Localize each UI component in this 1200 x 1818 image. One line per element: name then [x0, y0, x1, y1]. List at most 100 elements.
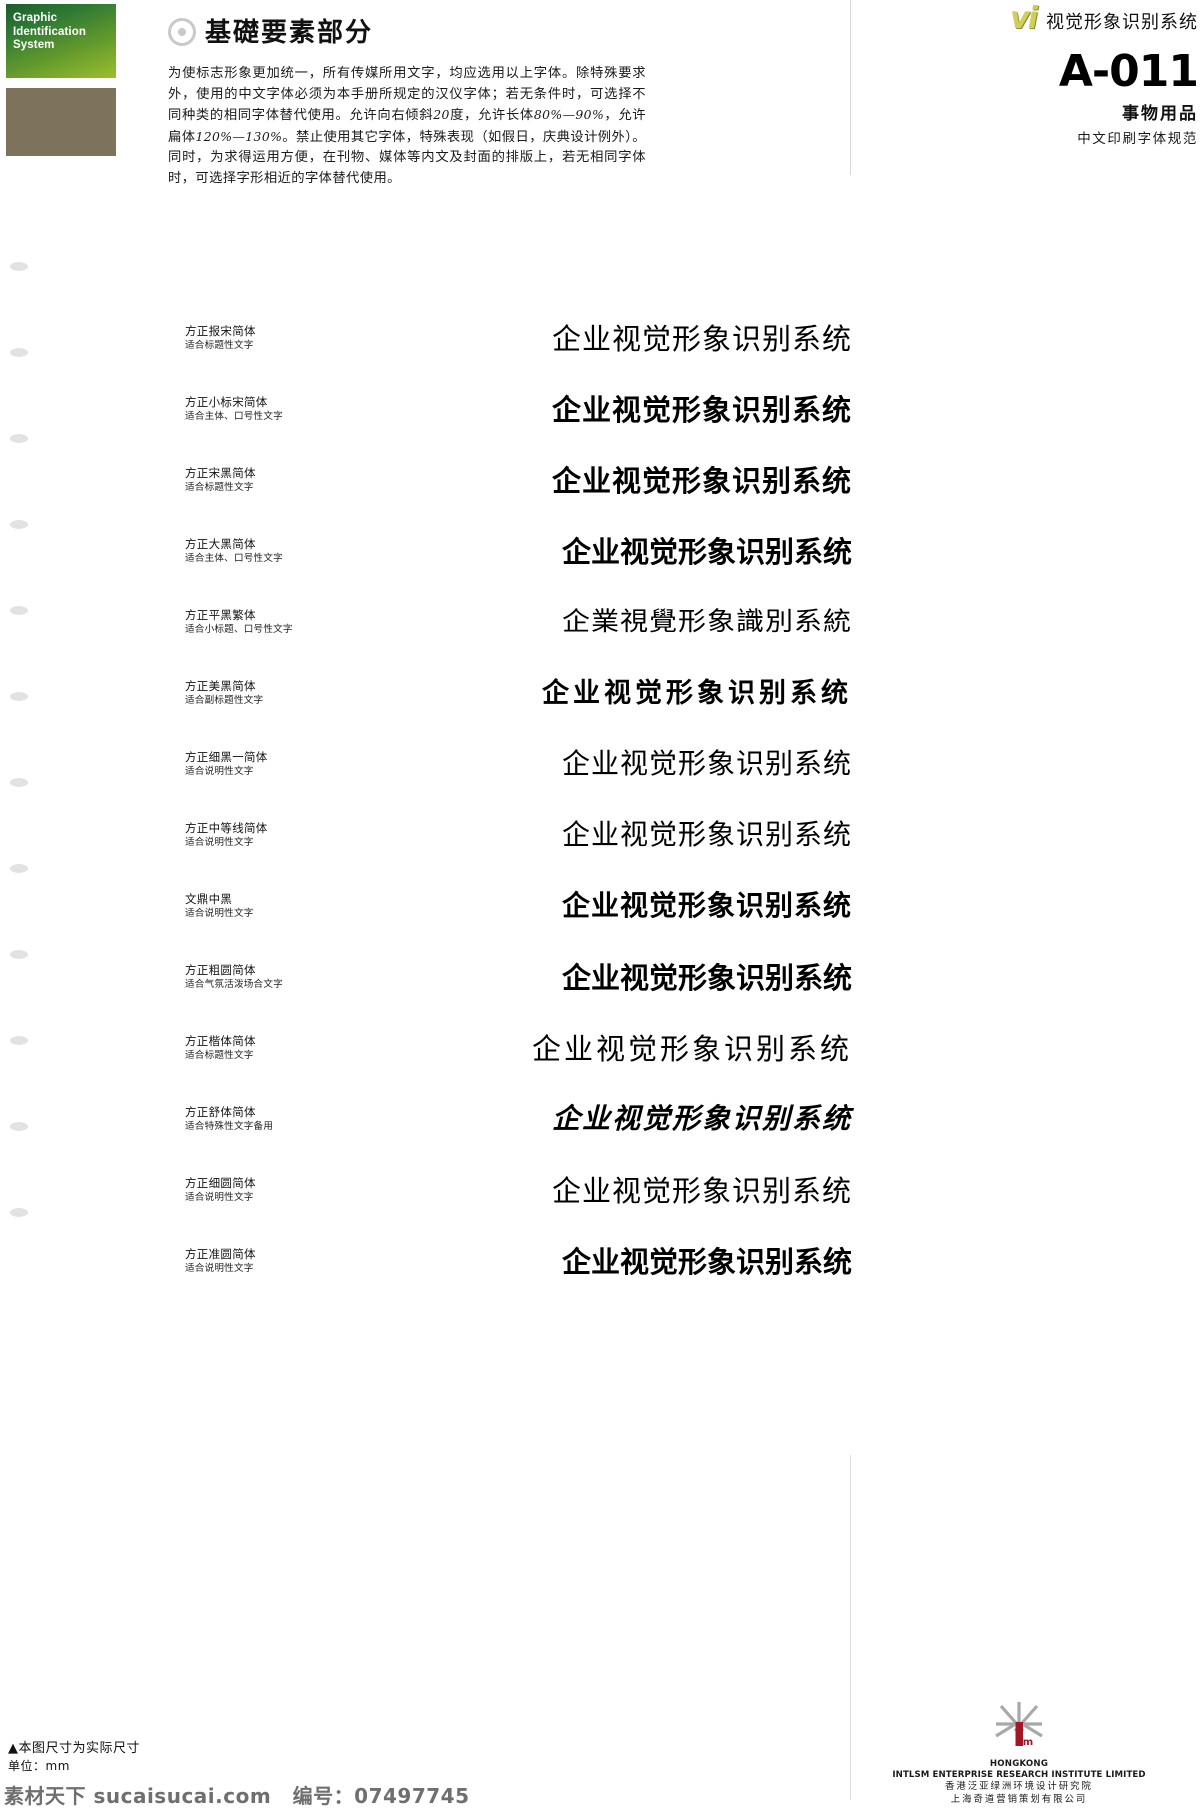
- font-label: 方正细圆简体 适合说明性文字: [185, 1176, 256, 1205]
- font-name: 方正大黑简体: [185, 537, 256, 551]
- font-specimen-row: 方正报宋简体 适合标题性文字 企业视觉形象识别系统: [0, 318, 1200, 389]
- font-label: 方正楷体简体 适合标题性文字: [185, 1034, 256, 1063]
- font-name: 方正美黑简体: [185, 679, 256, 693]
- font-usage: 适合说明性文字: [185, 1263, 254, 1274]
- font-name: 方正楷体简体: [185, 1034, 256, 1048]
- page-title: 基礎要素部分: [205, 18, 374, 48]
- font-sample-text: 企业视觉形象识别系统: [561, 961, 852, 995]
- section-title-row: 基礎要素部分: [168, 12, 373, 49]
- intro-paragraph: 为使标志形象更加统一，所有传媒所用文字，均应选用以上字体。除特殊要求外，使用的中…: [168, 64, 646, 190]
- font-name: 方正报宋简体: [185, 324, 256, 338]
- font-usage: 适合标题性文字: [185, 1050, 254, 1061]
- font-sample-text: 企业视觉形象识别系统: [551, 1102, 852, 1135]
- font-label: 方正粗圆简体适合气氛活泼场合文字: [185, 963, 283, 992]
- font-usage: 适合说明性文字: [185, 766, 254, 777]
- font-specimen-list: 方正报宋简体 适合标题性文字 企业视觉形象识别系统 方正小标宋简体 适合主体、口号性文字…: [0, 318, 1200, 1312]
- page-code: A-011: [1058, 46, 1199, 97]
- font-label: 方正准圆简体 适合说明性文字: [185, 1247, 256, 1276]
- stock-site-watermark: 素材天下 sucaisucai.com 编号：07497745: [4, 1780, 470, 1809]
- font-name: 方正舒体简体: [185, 1105, 256, 1119]
- gis-line-3: System: [13, 39, 55, 51]
- font-specimen-row: 方正大黑简体适合主体、口号性文字 企业视觉形象识别系统: [0, 531, 1200, 602]
- font-name: 方正准圆简体: [185, 1247, 256, 1261]
- font-usage: 适合主体、口号性文字: [185, 553, 283, 564]
- watermark-id: 07497745: [354, 1784, 470, 1808]
- font-usage: 适合副标题性文字: [185, 695, 264, 706]
- font-specimen-row: 方正准圆简体 适合说明性文字 企业视觉形象识别系统: [0, 1241, 1200, 1312]
- font-usage: 适合特殊性文字备用: [185, 1121, 274, 1132]
- header-meta: vi 视觉形象识别系统 A-011 事物用品 中文印刷字体规范: [846, 0, 1200, 149]
- font-name: 方正小标宋简体: [185, 395, 268, 409]
- font-usage: 适合标题性文字: [185, 340, 254, 351]
- gis-line-1: Graphic: [13, 12, 58, 24]
- font-specimen-row: 文鼎中黑适合说明性文字 企业视觉形象识别系统: [0, 886, 1200, 957]
- font-label: 方正舒体简体适合特殊性文字备用: [185, 1105, 273, 1134]
- font-label: 文鼎中黑适合说明性文字: [185, 892, 254, 921]
- font-usage: 适合主体、口号性文字: [185, 411, 283, 422]
- font-label: 方正平黑繁体适合小标题、口号性文字: [185, 608, 293, 637]
- font-specimen-row: 方正楷体简体 适合标题性文字 企业视觉形象识别系统: [0, 1028, 1200, 1099]
- watermark-id-label: 编号：: [292, 1784, 355, 1808]
- font-sample-text: 企业视觉形象识别系统: [561, 1245, 852, 1279]
- company-en-line-2: INTLSM ENTERPRISE RESEARCH INSTITUTE LIM…: [892, 1770, 1146, 1780]
- font-label: 方正中等线简体 适合说明性文字: [185, 821, 268, 850]
- scale-note: ▲本图尺寸为实际尺寸 单位：mm: [8, 1740, 140, 1774]
- binder-hole: [10, 262, 28, 271]
- font-name: 方正粗圆简体: [185, 963, 256, 977]
- vi-row: vi 视觉形象识别系统: [846, 0, 1198, 34]
- font-label: 方正细黑一简体 适合说明性文字: [185, 750, 268, 779]
- font-sample-text: 企业视觉形象识别系统: [531, 1032, 852, 1066]
- intro-italic-2: 80%—90%: [533, 107, 605, 123]
- font-specimen-row: 方正舒体简体适合特殊性文字备用 企业视觉形象识别系统: [0, 1099, 1200, 1170]
- font-usage: 适合小标题、口号性文字: [185, 624, 293, 635]
- section-name: 事物用品: [1122, 104, 1198, 124]
- font-sample-text: 企业视觉形象识别系统: [551, 393, 852, 427]
- color-swatch-block: [6, 88, 116, 156]
- font-sample-text: 企业视觉形象识别系统: [551, 322, 852, 356]
- scale-note-line-1: ▲本图尺寸为实际尺寸: [8, 1741, 140, 1756]
- font-name: 方正中等线简体: [185, 821, 268, 835]
- font-name: 方正宋黑简体: [185, 466, 256, 480]
- font-usage: 适合气氛活泼场合文字: [185, 979, 283, 990]
- target-ring-icon: [168, 17, 196, 46]
- system-name: 视觉形象识别系统: [1046, 12, 1198, 33]
- font-label: 方正小标宋简体适合主体、口号性文字: [185, 395, 283, 424]
- vi-logo-icon: vi: [1010, 1, 1038, 36]
- intro-italic-1: 20: [433, 107, 450, 123]
- starburst-lsm-logo-icon: sm: [990, 1700, 1048, 1754]
- font-label: 方正美黑简体 适合副标题性文字: [185, 679, 263, 708]
- font-specimen-row: 方正小标宋简体适合主体、口号性文字 企业视觉形象识别系统: [0, 389, 1200, 460]
- company-cn-line-2: 上海奇道营销策划有限公司: [950, 1793, 1088, 1805]
- font-name: 方正平黑繁体: [185, 608, 256, 622]
- company-cn-line-1: 香港泛亚绿洲环境设计研究院: [945, 1781, 1093, 1792]
- company-credit: sm HONGKONG INTLSM ENTERPRISE RESEARCH I…: [838, 1700, 1200, 1806]
- font-specimen-row: 方正粗圆简体适合气氛活泼场合文字 企业视觉形象识别系统: [0, 957, 1200, 1028]
- scale-note-line-2: 单位：mm: [8, 1759, 70, 1773]
- font-specimen-row: 方正细圆简体 适合说明性文字 企业视觉形象识别系统: [0, 1170, 1200, 1241]
- font-specimen-row: 方正美黑简体 适合副标题性文字 企业视觉形象识别系统: [0, 673, 1200, 744]
- font-usage: 适合说明性文字: [185, 837, 254, 848]
- font-name: 方正细圆简体: [185, 1176, 256, 1190]
- font-specimen-row: 方正平黑繁体适合小标题、口号性文字 企業視覺形象識別系統: [0, 602, 1200, 673]
- font-sample-text: 企业视觉形象识别系统: [561, 889, 852, 922]
- font-label: 方正宋黑简体 适合标题性文字: [185, 466, 256, 495]
- font-usage: 适合标题性文字: [185, 482, 254, 493]
- font-specimen-row: 方正细黑一简体 适合说明性文字 企业视觉形象识别系统: [0, 744, 1200, 815]
- font-sample-text: 企业视觉形象识别系统: [551, 464, 852, 498]
- font-label: 方正报宋简体 适合标题性文字: [185, 324, 256, 353]
- intro-part-2: 度，允许长体: [449, 108, 534, 124]
- font-sample-text: 企业视觉形象识别系统: [561, 818, 852, 851]
- font-sample-text: 企业视觉形象识别系统: [551, 1174, 852, 1208]
- font-specimen-row: 方正中等线简体 适合说明性文字 企业视觉形象识别系统: [0, 815, 1200, 886]
- svg-text:sm: sm: [1017, 1737, 1033, 1748]
- graphic-identification-system-block: Graphic Identification System: [6, 4, 116, 78]
- font-name: 方正细黑一简体: [185, 750, 268, 764]
- gis-line-2: Identification: [13, 25, 86, 38]
- vi-manual-page: Graphic Identification System 基礎要素部分 为使标…: [0, 0, 1200, 1818]
- font-sample-text: 企业视觉形象识别系统: [561, 747, 852, 780]
- font-sample-text: 企业视觉形象识别系统: [561, 535, 852, 569]
- font-name: 文鼎中黑: [185, 892, 233, 906]
- font-usage: 适合说明性文字: [185, 908, 254, 919]
- font-sample-text: 企業視覺形象識別系統: [561, 606, 852, 637]
- font-sample-text: 企业视觉形象识别系统: [542, 678, 852, 709]
